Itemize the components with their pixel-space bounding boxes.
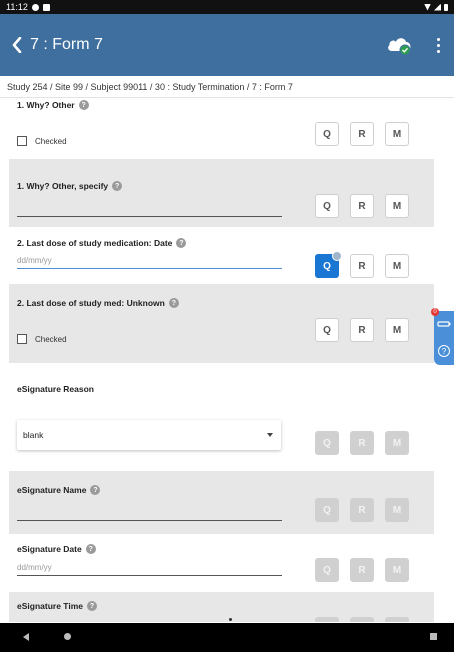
overflow-menu-button[interactable] [432, 34, 444, 56]
checkbox-box[interactable] [17, 334, 27, 344]
field-label: eSignature Name [17, 485, 87, 495]
query-indicator-dot [332, 251, 342, 261]
query-button: Q [315, 498, 339, 522]
help-icon[interactable]: ? [85, 544, 96, 554]
checkbox-label: Checked [35, 136, 67, 146]
field-esignature-time: eSignature Time ? Q R M [9, 592, 434, 622]
cloud-sync-button[interactable] [386, 34, 414, 56]
review-button[interactable]: R [350, 318, 374, 342]
query-button: Q [315, 431, 339, 455]
cloud-check-icon [388, 38, 411, 56]
signal-icon [434, 3, 441, 11]
mark-button: M [385, 498, 409, 522]
field-last-dose-unknown: 2. Last dose of study med: Unknown ? Che… [9, 284, 434, 363]
review-button[interactable]: R [350, 254, 374, 278]
last-dose-unknown-checkbox[interactable]: Checked [17, 334, 67, 344]
scroll-indicator [229, 618, 232, 621]
help-icon[interactable]: ? [168, 298, 179, 308]
status-bar: 11:12 [0, 0, 454, 14]
field-label: 1. Why? Other, specify [17, 181, 109, 191]
field-esignature-date: eSignature Date ? dd/mm/yy Q R M [9, 534, 434, 592]
help-icon[interactable]: ? [90, 485, 101, 495]
field-why-other: 1. Why? Other ? Checked Q R M [9, 98, 434, 159]
esignature-reason-select[interactable]: blank [17, 420, 281, 450]
wifi-icon [424, 3, 431, 11]
query-button[interactable]: Q [315, 194, 339, 218]
review-button: R [350, 617, 374, 622]
field-esignature-reason: eSignature Reason blank Q R M [9, 363, 434, 471]
field-esignature-name: eSignature Name ? Q R M [9, 471, 434, 534]
chevron-left-icon [12, 37, 22, 53]
page-title: 7 : Form 7 [30, 36, 103, 53]
help-icon[interactable]: ? [78, 100, 89, 110]
field-label: 2. Last dose of study med: Unknown [17, 298, 165, 308]
pencil-icon [437, 321, 451, 327]
field-last-dose-date: 2. Last dose of study medication: Date ?… [9, 227, 434, 284]
form-content: 1. Why? Other ? Checked Q R M 1. Why? Ot… [0, 98, 454, 622]
breadcrumb: Study 254 / Site 99 / Subject 99011 / 30… [0, 76, 454, 98]
select-value: blank [23, 430, 44, 440]
query-button: Q [315, 558, 339, 582]
review-button[interactable]: R [350, 122, 374, 146]
why-other-checkbox[interactable]: Checked [17, 136, 67, 146]
field-label: 2. Last dose of study medication: Date [17, 238, 173, 248]
nav-back-icon[interactable] [23, 633, 29, 641]
app-bar: 7 : Form 7 [0, 14, 454, 76]
dropdown-caret-icon [267, 433, 273, 437]
back-button[interactable] [8, 35, 26, 55]
mark-button: M [385, 431, 409, 455]
review-button: R [350, 498, 374, 522]
query-button: Q [315, 617, 339, 622]
last-dose-date-input[interactable]: dd/mm/yy [17, 251, 282, 269]
mark-button: M [385, 558, 409, 582]
field-label: eSignature Time [17, 601, 83, 611]
query-button[interactable]: Q [315, 318, 339, 342]
notification-icon [31, 3, 39, 11]
mark-button: M [385, 617, 409, 622]
field-label: 1. Why? Other [17, 100, 75, 110]
review-button: R [350, 431, 374, 455]
esignature-date-input[interactable]: dd/mm/yy [17, 558, 282, 576]
battery-icon [444, 3, 448, 11]
help-icon[interactable]: ? [176, 238, 187, 248]
mark-button[interactable]: M [385, 318, 409, 342]
field-label: eSignature Reason [17, 384, 94, 394]
system-nav-bar [0, 623, 454, 652]
notification-badge: 0 [431, 308, 439, 316]
nav-recents-icon[interactable] [430, 633, 437, 640]
field-why-other-specify: 1. Why? Other, specify ? Q R M [9, 159, 434, 227]
more-vertical-icon [436, 37, 440, 41]
mark-button[interactable]: M [385, 194, 409, 218]
esignature-name-input[interactable] [17, 503, 282, 521]
nav-home-icon[interactable] [64, 633, 71, 640]
help-icon[interactable]: ? [86, 601, 97, 611]
help-circle-icon[interactable]: ? [438, 345, 450, 357]
image-notification-icon [42, 3, 50, 11]
checkbox-box[interactable] [17, 136, 27, 146]
why-other-specify-input[interactable] [17, 199, 282, 217]
field-label: eSignature Date [17, 544, 82, 554]
mark-button[interactable]: M [385, 254, 409, 278]
review-button: R [350, 558, 374, 582]
help-icon[interactable]: ? [112, 181, 123, 191]
query-button-active[interactable]: Q [315, 251, 342, 278]
checkbox-label: Checked [35, 334, 67, 344]
review-button[interactable]: R [350, 194, 374, 218]
status-time: 11:12 [6, 2, 28, 12]
side-panel-tab[interactable]: 0 ? [431, 308, 454, 365]
query-button[interactable]: Q [315, 122, 339, 146]
mark-button[interactable]: M [385, 122, 409, 146]
